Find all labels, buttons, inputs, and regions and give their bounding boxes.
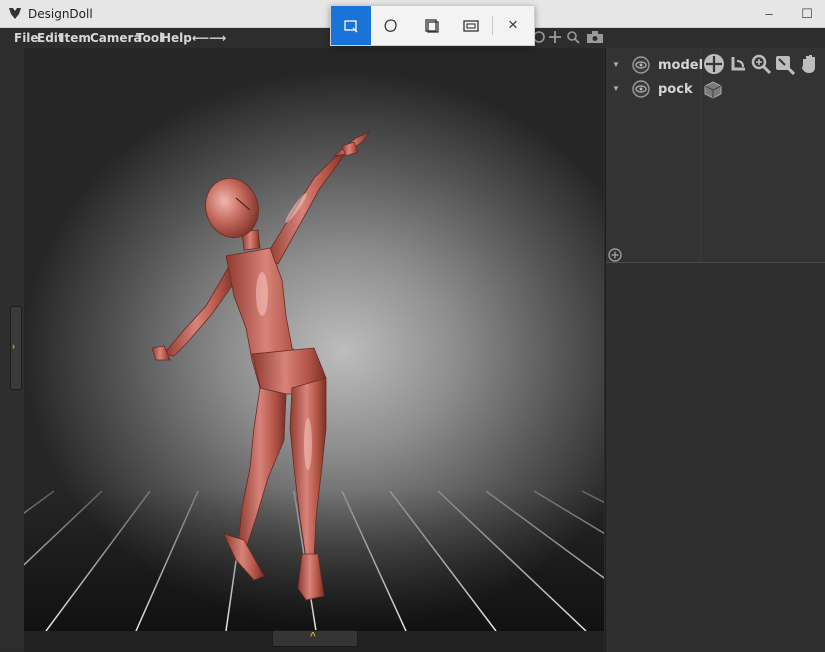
doll-figure[interactable] xyxy=(24,48,604,631)
eye-icon[interactable] xyxy=(630,80,652,98)
snip-separator xyxy=(492,16,493,35)
tree-item-label: model xyxy=(658,58,704,73)
expand-arrow-icon[interactable]: ▼ xyxy=(612,84,620,93)
freeform-snip-icon xyxy=(384,19,397,32)
hand-tool-icon[interactable] xyxy=(798,53,820,75)
expand-arrow-icon[interactable]: ▼ xyxy=(612,60,620,69)
reset-tool-icon[interactable] xyxy=(773,53,795,75)
eye-icon[interactable] xyxy=(630,56,652,74)
close-snip-button[interactable]: × xyxy=(494,6,534,45)
maximize-button[interactable]: ☐ xyxy=(788,0,825,27)
menu-file[interactable]: File xyxy=(14,31,39,45)
bottom-panel-toggle[interactable]: ^ xyxy=(272,630,358,647)
minimize-button[interactable]: – xyxy=(750,0,788,27)
add-icon[interactable] xyxy=(608,248,622,262)
viewport-3d[interactable] xyxy=(24,48,604,631)
camera-icon[interactable] xyxy=(586,30,604,49)
window-snip-button[interactable] xyxy=(411,6,451,45)
zoom-icon[interactable] xyxy=(566,30,580,49)
chevron-right-icon: › xyxy=(12,341,15,351)
menu-tool[interactable]: Tool xyxy=(136,31,163,45)
tree-item-label: pock xyxy=(658,82,693,97)
window-title: DesignDoll xyxy=(28,7,93,21)
panel-divider xyxy=(606,262,825,263)
zoom-tool-icon[interactable] xyxy=(750,53,772,75)
snip-toolbar: × xyxy=(330,5,535,46)
fullscreen-snip-button[interactable] xyxy=(451,6,491,45)
fullscreen-snip-icon xyxy=(463,20,479,32)
move-icon[interactable] xyxy=(548,30,562,49)
chevron-up-icon: ^ xyxy=(310,631,316,642)
menu-help[interactable]: Help⟵⟶ xyxy=(161,31,226,45)
rotate-tool-icon[interactable] xyxy=(727,53,749,75)
rectangular-snip-button[interactable] xyxy=(331,6,371,45)
move-tool-icon[interactable] xyxy=(703,53,725,75)
menu-item[interactable]: Item xyxy=(60,31,91,45)
left-panel-toggle[interactable]: › xyxy=(10,306,22,390)
panel-vertical-divider xyxy=(700,48,701,262)
freeform-snip-button[interactable] xyxy=(371,6,411,45)
close-icon: × xyxy=(508,15,518,34)
right-panel: ▼ model ▼ pock xyxy=(605,48,825,652)
rectangular-snip-icon xyxy=(344,20,358,33)
menu-camera[interactable]: Camera xyxy=(90,31,142,45)
app-logo-icon xyxy=(9,8,21,19)
window-snip-icon xyxy=(425,19,439,33)
cube-icon[interactable] xyxy=(703,80,723,100)
